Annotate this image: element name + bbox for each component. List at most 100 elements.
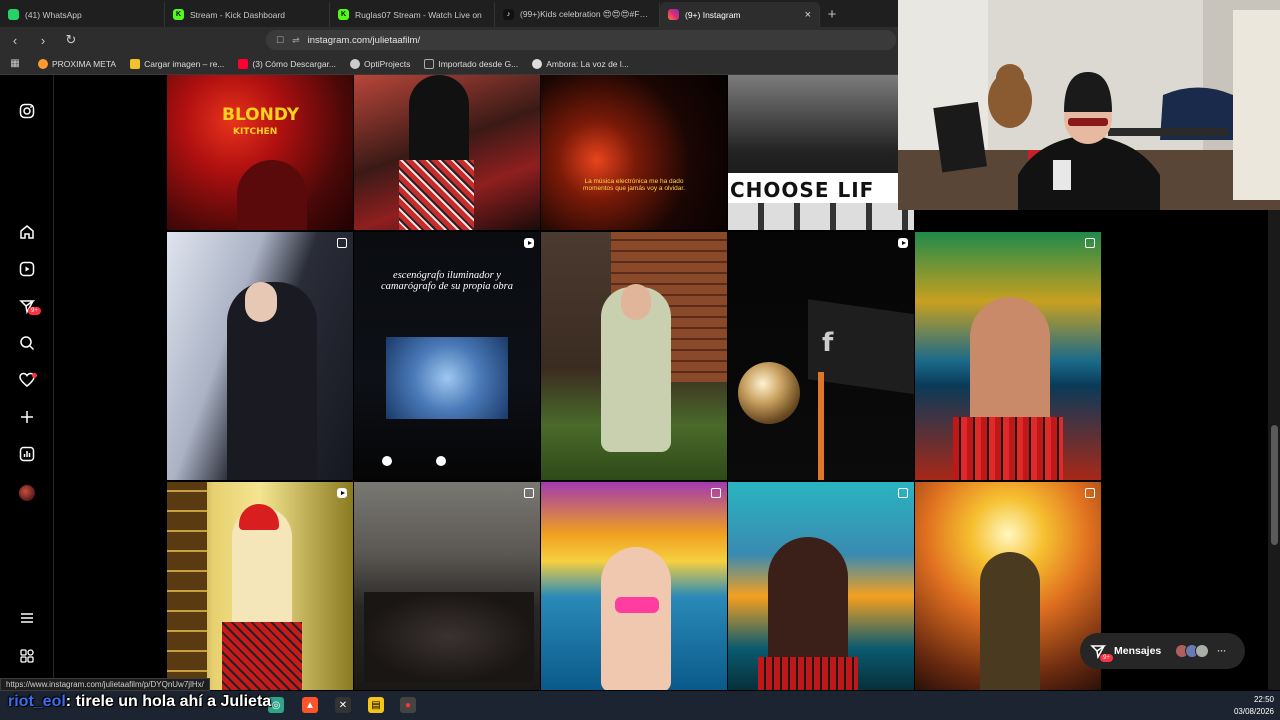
reload-icon[interactable]: ↻ <box>62 31 80 49</box>
carousel-icon <box>898 488 908 498</box>
dashboard-icon[interactable] <box>17 444 37 464</box>
post-thumbnail[interactable] <box>167 232 353 480</box>
post-thumbnail[interactable] <box>541 482 727 690</box>
bookmark-label: (3) Cómo Descargar... <box>252 58 337 69</box>
new-tab-button[interactable]: + <box>820 2 844 27</box>
tab-tiktok[interactable]: ♪ (99+)Kids celebration 😍😍😍#Foot <box>495 2 660 27</box>
flag-text: f <box>822 328 834 358</box>
scrollbar-thumb[interactable] <box>1271 425 1278 545</box>
figure-face <box>245 282 277 322</box>
bookmark-label: Importado desde G... <box>438 58 519 69</box>
also-from-meta-icon[interactable] <box>17 646 37 666</box>
figure-silhouette <box>237 160 307 230</box>
tab-kick-dashboard[interactable]: K Stream - Kick Dashboard <box>165 2 330 27</box>
webcam-feed-image <box>898 0 1280 210</box>
pink-bikini <box>615 597 659 613</box>
tab-whatsapp[interactable]: (41) WhatsApp <box>0 2 165 27</box>
post-thumbnail[interactable]: f <box>728 232 914 480</box>
messages-button[interactable]: 9+ Mensajes ··· <box>1080 633 1245 669</box>
plaid-skirt <box>222 622 302 690</box>
post-thumbnail[interactable] <box>354 482 540 690</box>
post-thumbnail[interactable]: La música electrónica me ha dado momento… <box>541 75 727 230</box>
link-status-tooltip: https://www.instagram.com/julietaafilm/p… <box>0 678 210 691</box>
carousel-icon <box>337 238 347 248</box>
post-sign-text: BLONDY <box>222 105 300 125</box>
people-group <box>364 592 534 682</box>
flag-pole <box>818 372 824 480</box>
instagram-tab-icon <box>668 9 679 20</box>
kick-icon: K <box>173 9 184 20</box>
figure-silhouette <box>980 552 1040 690</box>
bookmark-favicon <box>532 58 543 69</box>
tab-title: (41) WhatsApp <box>25 9 82 20</box>
instagram-logo-icon[interactable] <box>17 101 37 121</box>
create-plus-icon[interactable] <box>17 407 37 427</box>
notification-dot <box>32 373 37 378</box>
close-tab-icon[interactable]: × <box>805 9 811 21</box>
obs-icon[interactable]: ● <box>400 697 416 713</box>
youtube-icon <box>238 58 249 69</box>
brave-icon[interactable]: ▲ <box>302 697 318 713</box>
post-thumbnail[interactable]: escenógrafo iluminador y camarógrafo de … <box>354 232 540 480</box>
tab-instagram[interactable]: (9+) Instagram × <box>660 2 820 27</box>
bookmark-label: Cargar imagen – re... <box>144 58 225 69</box>
post-thumbnail[interactable] <box>541 232 727 480</box>
carousel-icon <box>1085 238 1095 248</box>
post-caption: escenógrafo iluminador y camarógrafo de … <box>380 270 514 292</box>
post-thumbnail[interactable] <box>915 232 1101 480</box>
post-thumbnail[interactable]: BLONDY KITCHEN <box>167 75 353 230</box>
bookmark-folder[interactable]: Importado desde G... <box>424 58 519 69</box>
messages-label: Mensajes <box>1114 645 1162 657</box>
bookmark-star-icon[interactable]: ☐ <box>276 35 284 46</box>
post-banner-text: CHOOSE LIF <box>730 178 875 202</box>
carousel-icon <box>524 488 534 498</box>
tab-title: (99+)Kids celebration 😍😍😍#Foot <box>520 9 651 19</box>
apps-grid-icon[interactable]: ▦ <box>6 55 24 73</box>
folder-icon <box>424 58 435 69</box>
bookmark-item[interactable]: Cargar imagen – re... <box>130 58 225 69</box>
profile-avatar[interactable] <box>19 485 35 501</box>
search-icon[interactable] <box>17 333 37 353</box>
post-sign-subtext: KITCHEN <box>233 127 278 137</box>
post-thumbnail[interactable] <box>728 482 914 690</box>
bookmark-item[interactable]: Ambora: La voz de l... <box>532 58 629 69</box>
tab-title: Stream - Kick Dashboard <box>190 9 285 20</box>
message-avatars <box>1175 644 1210 658</box>
red-beret <box>239 504 279 530</box>
bookmark-label: Ambora: La voz de l... <box>546 58 629 69</box>
notes-icon[interactable]: ▤ <box>368 697 384 713</box>
url-field[interactable]: ☐ ⇌ instagram.com/julietaafilm/ <box>266 30 896 50</box>
bookmark-item[interactable]: OptiProjects <box>350 58 410 69</box>
reels-icon[interactable] <box>17 259 37 279</box>
tab-kick-stream[interactable]: K Ruglas07 Stream - Watch Live on <box>330 2 495 27</box>
bookshelf <box>167 482 207 690</box>
plaid-top <box>953 417 1063 480</box>
forward-icon[interactable]: › <box>34 31 52 49</box>
post-thumbnail[interactable]: CHOOSE LIF <box>728 75 914 230</box>
bookmark-item[interactable]: PROXIMA META <box>38 58 116 69</box>
home-icon[interactable] <box>17 222 37 242</box>
tiktok-icon: ♪ <box>503 9 514 20</box>
light-point <box>382 456 392 466</box>
capcut-icon[interactable]: ✕ <box>335 697 351 713</box>
figure-face <box>621 284 651 320</box>
system-clock[interactable]: 22:50 03/08/2026 <box>1234 694 1274 718</box>
post-thumbnail[interactable] <box>354 75 540 230</box>
back-icon[interactable]: ‹ <box>6 31 24 49</box>
more-icon: ··· <box>1217 646 1227 656</box>
clock-date: 03/08/2026 <box>1233 707 1274 716</box>
reel-icon <box>337 488 347 498</box>
site-info-icon[interactable]: ⇌ <box>292 35 300 46</box>
figure-silhouette <box>601 547 671 690</box>
avatar <box>1195 644 1210 658</box>
bookmark-item[interactable]: (3) Cómo Descargar... <box>238 58 337 69</box>
bookmarks-bar: ▦ PROXIMA META Cargar imagen – re... (3)… <box>0 53 900 75</box>
bookmark-favicon <box>38 58 48 69</box>
menu-icon[interactable] <box>17 608 37 628</box>
tab-title: Ruglas07 Stream - Watch Live on <box>355 9 482 20</box>
chat-username: riot_eol <box>8 693 66 710</box>
post-thumbnail[interactable] <box>915 482 1101 690</box>
post-caption: La música electrónica me ha dado momento… <box>583 178 685 192</box>
post-thumbnail[interactable] <box>167 482 353 690</box>
whatsapp-icon <box>8 9 19 20</box>
